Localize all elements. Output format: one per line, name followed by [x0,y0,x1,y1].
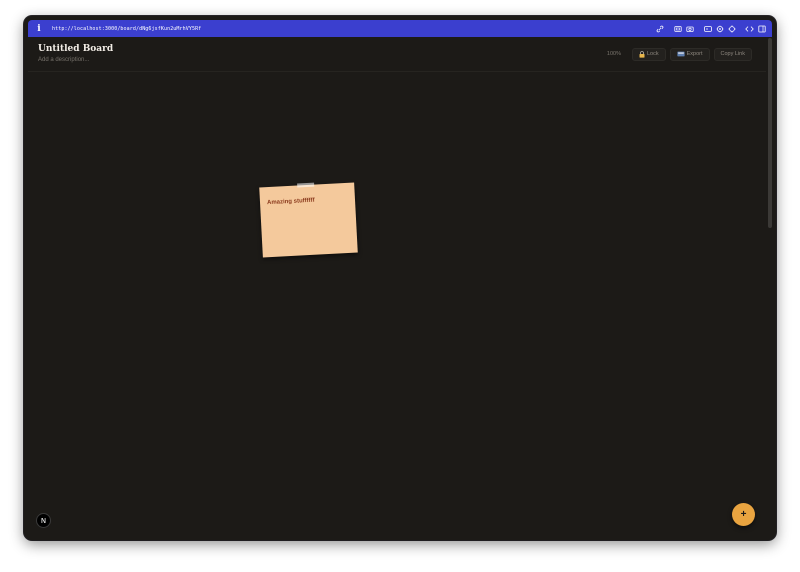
lock-icon [639,50,645,58]
add-note-button[interactable]: + [732,503,755,526]
sticky-note-text[interactable]: Amazing stuffffff [267,198,315,206]
export-button[interactable]: Export [669,47,710,61]
export-icon [677,51,685,57]
url-text[interactable]: http://localhost:3000/board/dNg6jsfKun2u… [52,26,201,32]
sticky-note[interactable]: Amazing stuffffff [259,182,358,258]
lock-label: Lock [647,51,659,57]
export-label: Export [686,51,703,57]
copy-link-label: Copy Link [720,51,745,57]
link-icon[interactable] [655,24,664,33]
crosshair-icon[interactable] [727,24,736,33]
board-controls: 100% Lock Export Copy Link [607,47,752,61]
lock-button[interactable]: Lock [632,47,666,61]
browser-toolbar [652,20,766,37]
screenshot-icon[interactable] [673,24,682,33]
camera-icon[interactable] [685,24,694,33]
copy-link-button[interactable]: Copy Link [713,47,752,61]
sidebar-icon[interactable] [757,24,766,33]
app-window: i http://localhost:3000/board/dNg6jsfKun… [24,16,776,540]
site-info-icon[interactable]: i [35,24,43,34]
code-icon[interactable] [745,24,754,33]
board-header: Untitled Board Add a description... 100%… [28,37,766,72]
board-title[interactable]: Untitled Board [38,44,113,54]
canvas-scrollbar[interactable] [768,38,772,228]
devices-icon[interactable] [703,24,712,33]
address-bar[interactable]: i http://localhost:3000/board/dNg6jsfKun… [28,20,772,37]
nextjs-dev-badge[interactable]: N [37,514,50,527]
settings-icon[interactable] [715,24,724,33]
board-description-field[interactable]: Add a description... [38,57,89,63]
zoom-level: 100% [606,51,621,57]
note-tape [297,182,315,188]
